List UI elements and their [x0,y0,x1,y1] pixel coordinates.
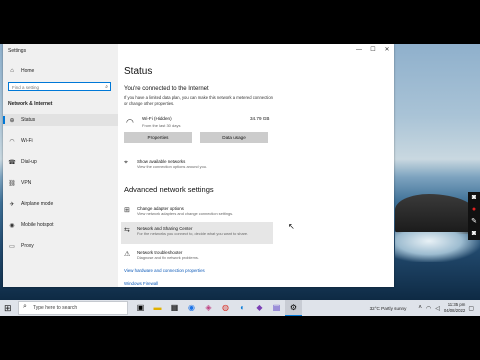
show-networks-link[interactable]: ⌖ Show available networks View the conne… [124,159,207,169]
link-description: View network adapters and change connect… [137,211,234,216]
task-view-icon[interactable]: ▣ [132,300,149,316]
settings-window: Settings ⌂ Home Find a setting ⌕ Network… [3,44,394,287]
sidebar-item-label: Home [21,68,35,74]
search-placeholder: Find a setting [12,85,40,90]
link-description: For the networks you connect to, decide … [137,231,249,236]
close-button[interactable]: ✕ [380,44,394,56]
sidebar-item-label: Dial-up [21,159,37,165]
troubleshooter-link[interactable]: ⚠ Network troubleshooter Diagnose and fi… [124,250,199,260]
sidebar-section-title: Network & Internet [8,101,53,107]
taskbar-search-box[interactable]: ⌕ Type here to search [18,301,128,315]
sidebar-item-label: Status [21,117,36,123]
wifi-icon[interactable]: ◠ [426,305,431,312]
advanced-settings-heading: Advanced network settings [124,185,214,194]
chevron-up-icon[interactable]: ˄ [418,305,422,311]
find-setting-input[interactable]: Find a setting ⌕ [8,82,111,91]
sidebar-item-label: Mobile hotspot [21,222,54,228]
sharing-center-link[interactable]: ⇆ Network and Sharing Center For the net… [124,226,248,236]
camera-icon[interactable]: ◙ [472,192,476,204]
weather-widget[interactable]: 32°C Partly sunny [370,306,407,311]
sidebar-item-label: Airplane mode [21,201,54,207]
sidebar-item-home[interactable]: ⌂ Home [3,65,118,77]
settings-gear-icon[interactable]: ⚙ [285,300,302,316]
search-icon: ⌕ [23,303,27,310]
antenna-icon: ⌖ [124,159,128,166]
connection-heading: You're connected to the Internet [124,86,209,92]
camera-icon[interactable]: ◙ [472,228,476,240]
pen-icon[interactable]: ✎ [471,216,477,228]
chrome-icon[interactable]: ◍ [217,300,234,316]
window-controls: — ☐ ✕ [352,44,394,56]
status-page: — ☐ ✕ Status You're connected to the Int… [118,44,394,287]
zoom-icon[interactable]: ◉ [183,300,200,316]
sidebar-item-label: VPN [21,180,32,186]
taskbar-search-placeholder: Type here to search [33,305,78,311]
sidebar-item-status[interactable]: ⊕ Status [3,114,118,126]
sidebar-item-proxy[interactable]: ▭ Proxy [3,240,118,252]
globe-icon: ⊕ [9,117,15,124]
sidebar-item-dialup[interactable]: ☎ Dial-up [3,156,118,168]
page-title: Status [124,66,153,77]
data-usage-button[interactable]: Data usage [200,132,268,143]
warning-icon: ⚠ [124,251,131,258]
sidebar-item-label: Proxy [21,243,34,249]
phone-icon: ☎ [8,159,16,166]
home-icon: ⌂ [10,68,14,74]
network-adapter-icon: ⊞ [124,207,130,214]
edge-icon[interactable]: ◐ [234,300,251,316]
sidebar-item-wifi[interactable]: ◠ Wi-Fi [3,135,118,147]
data-usage-value: 34.79 GB [250,116,270,121]
letterbox-top [0,0,480,44]
record-icon[interactable]: ● [472,204,476,216]
search-icon[interactable]: ⌕ [105,83,108,92]
windows-firewall-link[interactable]: Windows Firewall [124,281,158,286]
window-title: Settings [8,48,27,54]
metered-info-text: If you have a limited data plan, you can… [124,95,273,106]
airplane-icon: ✈ [9,201,15,208]
network-name: Wi-Fi (Hidden) [142,116,172,121]
minimize-button[interactable]: — [352,44,366,56]
wifi-signal-icon: ◠ [126,117,134,127]
screenshot: Settings ⌂ Home Find a setting ⌕ Network… [0,0,480,360]
start-button[interactable]: ⊞ [4,303,12,313]
store-icon[interactable]: ▦ [166,300,183,316]
sidebar-item-mobile-hotspot[interactable]: ◉ Mobile hotspot [3,219,118,231]
sidebar-item-airplane-mode[interactable]: ✈ Airplane mode [3,198,118,210]
letterbox-bottom [0,316,480,360]
clock-date: 04/08/2022 [443,308,466,313]
link-description: Diagnose and fix network problems. [137,255,199,260]
file-explorer-icon[interactable]: ▬ [149,300,166,316]
sidebar-item-label: Wi-Fi [21,138,33,144]
hotspot-icon: ◉ [9,222,15,229]
speaker-icon[interactable]: ◁ [435,305,440,312]
app-icon[interactable]: ▤ [268,300,285,316]
wifi-icon: ◠ [9,138,15,145]
sharing-icon: ⇆ [124,227,130,234]
pinned-apps: ▣ ▬ ▦ ◉ ◈ ◍ ◐ ◆ ▤ ⚙ [132,300,302,316]
clock[interactable]: 11:35 pm 04/08/2022 [444,302,466,314]
sidebar-item-vpn[interactable]: ⛓ VPN [3,177,118,189]
vpn-icon: ⛓ [8,180,16,187]
maximize-button[interactable]: ☐ [366,44,380,56]
monitor-icon: ▭ [9,243,15,250]
mouse-pointer-icon: ↖ [288,222,295,231]
system-tray: 32°C Partly sunny ˄ ◠ ◁ 11:35 pm 04/08/2… [370,300,478,316]
taskbar: ⊞ ⌕ Type here to search ▣ ▬ ▦ ◉ ◈ ◍ ◐ ◆ … [0,300,480,316]
screen-recorder-toolbar: ◙ ● ✎ ◙ [468,192,480,240]
notifications-icon[interactable]: ▢ [468,305,474,312]
usage-period: From the last 30 days [142,123,181,128]
settings-sidebar: Settings ⌂ Home Find a setting ⌕ Network… [3,44,118,287]
photos-icon[interactable]: ◈ [200,300,217,316]
link-description: View the connection options around you. [137,164,208,169]
hardware-properties-link[interactable]: View hardware and connection properties [124,268,205,273]
change-adapter-link[interactable]: ⊞ Change adapter options View network ad… [124,206,233,216]
visual-studio-icon[interactable]: ◆ [251,300,268,316]
properties-button[interactable]: Properties [124,132,192,143]
